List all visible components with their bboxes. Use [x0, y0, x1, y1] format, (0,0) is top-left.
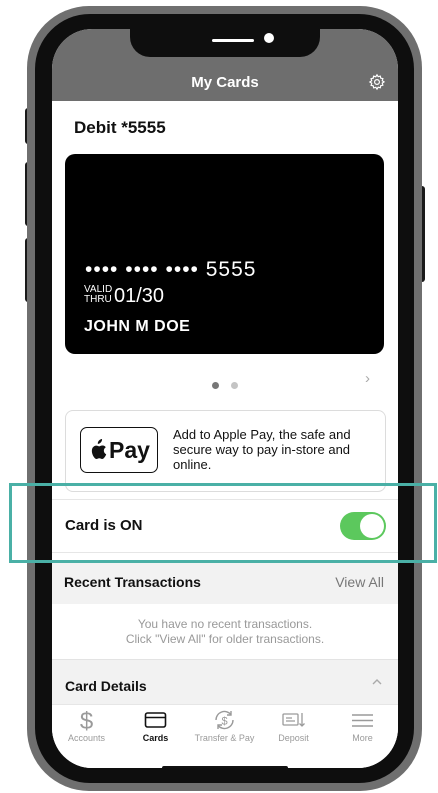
card-expiry: 01/30	[114, 285, 165, 307]
tab-label: Deposit	[278, 733, 309, 743]
apple-pay-button[interactable]: Pay	[80, 427, 158, 473]
recent-transactions-title: Recent Transactions	[64, 574, 201, 590]
phone-notch	[130, 29, 320, 57]
empty-transactions-message: You have no recent transactions. Click "…	[52, 617, 398, 647]
toggle-knob	[360, 514, 384, 538]
transfer-icon: $	[215, 710, 234, 730]
tab-label: More	[352, 733, 373, 743]
card-details-header[interactable]: Card Details	[52, 659, 398, 705]
tab-deposit[interactable]: Deposit	[259, 705, 328, 755]
app-screen: My Cards Debit *5555 •••• •••• •••• 5555…	[52, 29, 398, 768]
gear-icon[interactable]	[368, 73, 386, 91]
card-section-title: Debit *5555	[74, 118, 166, 137]
card-status-row: Card is ON	[52, 499, 398, 553]
valid-thru-label: VALID THRU	[84, 285, 112, 305]
apple-logo-icon	[91, 439, 107, 459]
tab-transfer-pay[interactable]: $ Transfer & Pay	[190, 705, 259, 755]
next-card-chevron-icon[interactable]: ›	[365, 370, 370, 387]
speaker-grille	[212, 39, 254, 42]
dollar-icon: $	[80, 708, 93, 733]
card-pager	[212, 376, 246, 394]
apple-pay-description: Add to Apple Pay, the safe and secure wa…	[173, 427, 351, 472]
tab-label: Cards	[142, 733, 169, 743]
page-title: My Cards	[191, 74, 259, 91]
thru-label: THRU	[84, 294, 112, 305]
pager-dot-active[interactable]	[212, 382, 219, 389]
tab-more[interactable]: More	[328, 705, 397, 755]
home-indicator[interactable]	[162, 766, 288, 768]
card-details-title: Card Details	[65, 678, 147, 694]
apple-pay-badge-text: Pay	[109, 437, 150, 463]
empty-message-line-2: Click "View All" for older transactions.	[125, 632, 325, 646]
tab-label: Transfer & Pay	[194, 733, 255, 743]
card-number: •••• •••• •••• 5555	[85, 258, 257, 281]
recent-transactions-header: Recent Transactions View All	[52, 562, 398, 604]
check-deposit-icon	[282, 713, 305, 727]
front-camera	[264, 33, 274, 43]
debit-card[interactable]: •••• •••• •••• 5555 VALID THRU 01/30 JOH…	[65, 154, 384, 354]
svg-text:$: $	[80, 708, 93, 733]
svg-text:$: $	[221, 716, 227, 728]
bottom-tab-bar: $ Accounts Cards $ Transfer & Pay Deposi…	[52, 704, 398, 768]
card-status-label: Card is ON	[65, 517, 143, 534]
view-all-link[interactable]: View All	[335, 574, 384, 590]
chevron-up-icon[interactable]	[372, 678, 382, 686]
card-holder-name: JOHN M DOE	[84, 318, 191, 335]
tab-label: Accounts	[67, 733, 106, 743]
menu-icon	[352, 714, 373, 727]
apple-pay-promo[interactable]: Pay Add to Apple Pay, the safe and secur…	[65, 410, 386, 492]
pager-dot[interactable]	[231, 382, 239, 389]
card-icon	[144, 712, 167, 728]
card-on-toggle[interactable]	[340, 512, 386, 540]
empty-message-line-1: You have no recent transactions.	[137, 617, 313, 631]
tab-accounts[interactable]: $ Accounts	[52, 705, 121, 755]
tab-cards[interactable]: Cards	[121, 705, 190, 755]
